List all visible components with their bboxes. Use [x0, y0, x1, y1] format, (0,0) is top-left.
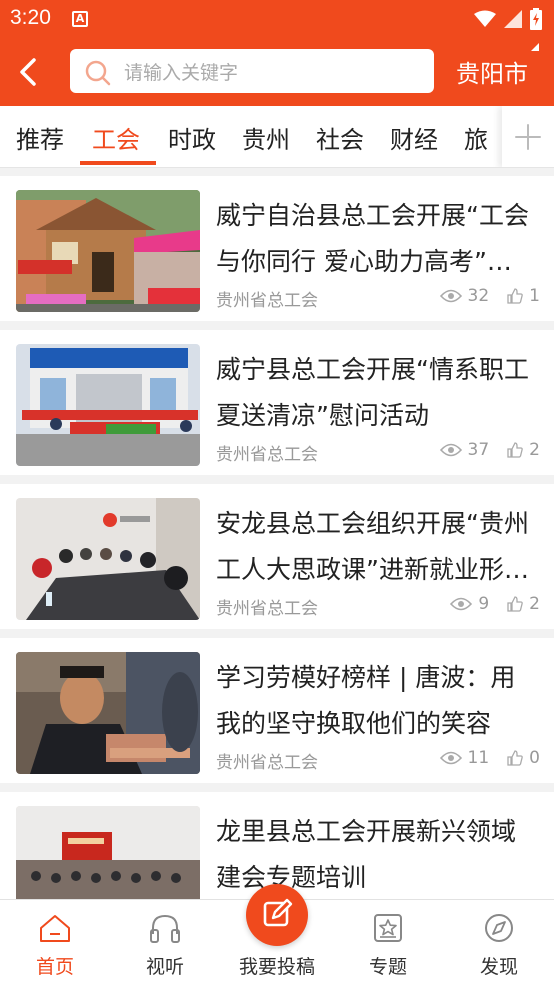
news-card[interactable]: 安龙县总工会组织开展“贵州工人大思政课”进新就业形态劳动者活动 贵州省总工会 9…	[0, 484, 554, 629]
news-source: 贵州省总工会	[216, 291, 318, 311]
like-count: 2	[529, 440, 540, 460]
plus-icon	[515, 124, 541, 150]
nav-audiovisual-label: 视听	[145, 956, 184, 978]
news-thumbnail	[16, 344, 200, 466]
nav-home[interactable]: 首页	[0, 900, 110, 985]
thumbs-up-icon	[507, 288, 523, 304]
nav-topics[interactable]: 专题	[333, 900, 443, 985]
news-source: 贵州省总工会	[216, 445, 318, 465]
tab-finance[interactable]: 财经	[390, 120, 438, 155]
news-thumbnail	[16, 190, 200, 312]
nav-home-label: 首页	[35, 956, 74, 978]
top-header: 请输入关键字 贵阳市	[0, 38, 554, 106]
eye-icon	[439, 443, 462, 457]
like-count: 1	[529, 286, 540, 306]
city-selector[interactable]: 贵阳市	[456, 54, 528, 89]
eye-icon	[439, 751, 462, 765]
news-stats: 37 2	[439, 440, 540, 460]
news-card[interactable]: 学习劳模好榜样 | 唐波：用我的坚守换取他们的笑容 贵州省总工会 11 0	[0, 638, 554, 783]
nav-discover-label: 发现	[479, 956, 518, 978]
tab-union[interactable]: 工会	[92, 120, 140, 155]
tab-guizhou[interactable]: 贵州	[242, 120, 290, 155]
status-bar: 3:20 A	[0, 0, 554, 38]
wifi-icon	[474, 10, 496, 27]
news-title: 威宁自治县总工会开展“工会与你同行 爱心助力高考”活动	[216, 201, 529, 276]
tab-society[interactable]: 社会	[316, 120, 364, 155]
view-count: 11	[467, 748, 490, 768]
view-count: 9	[478, 594, 490, 614]
news-stats: 9 2	[450, 594, 540, 614]
signal-icon	[504, 10, 522, 28]
search-icon	[85, 60, 111, 86]
news-thumbnail	[16, 652, 200, 774]
add-channel-button[interactable]	[502, 106, 554, 167]
tab-recommend[interactable]: 推荐	[16, 120, 64, 155]
home-icon	[40, 915, 70, 942]
headphones-icon	[150, 914, 180, 943]
news-title: 安龙县总工会组织开展“贵州工人大思政课”进新就业形态劳动者活动	[216, 509, 529, 584]
search-bar[interactable]: 请输入关键字	[70, 49, 434, 93]
status-time: 3:20	[10, 6, 51, 29]
back-arrow-icon[interactable]	[12, 52, 48, 92]
compass-icon	[485, 914, 513, 942]
category-tabs: 推荐 工会 时政 贵州 社会 财经 旅	[0, 106, 554, 168]
eye-icon	[450, 597, 473, 611]
search-placeholder: 请输入关键字	[124, 62, 239, 84]
news-card[interactable]: 威宁县总工会开展“情系职工 夏送清凉”慰问活动 贵州省总工会 37 2	[0, 330, 554, 475]
nav-audiovisual[interactable]: 视听	[110, 900, 220, 985]
news-title: 威宁县总工会开展“情系职工 夏送清凉”慰问活动	[216, 355, 529, 430]
system-icons	[474, 8, 542, 30]
like-count: 0	[529, 748, 540, 768]
news-stats: 32 1	[439, 286, 540, 306]
battery-icon	[530, 8, 542, 30]
eye-icon	[439, 289, 462, 303]
city-caret-icon	[531, 43, 539, 51]
edit-icon	[263, 898, 293, 927]
news-stats: 11 0	[439, 748, 540, 768]
tab-politics[interactable]: 时政	[168, 120, 216, 155]
news-source: 贵州省总工会	[216, 753, 318, 773]
news-thumbnail	[16, 498, 200, 620]
news-source: 贵州省总工会	[216, 599, 318, 619]
view-count: 37	[467, 440, 490, 460]
view-count: 32	[467, 286, 490, 306]
tab-travel[interactable]: 旅	[464, 120, 488, 155]
nav-submit-label: 我要投稿	[238, 956, 315, 978]
like-count: 2	[529, 594, 540, 614]
news-card[interactable]: 威宁自治县总工会开展“工会与你同行 爱心助力高考”活动 贵州省总工会 32 1	[0, 176, 554, 321]
submit-fab-button[interactable]	[246, 884, 308, 946]
nav-discover[interactable]: 发现	[444, 900, 554, 985]
thumbs-up-icon	[507, 750, 523, 766]
thumbs-up-icon	[507, 442, 523, 458]
news-title: 学习劳模好榜样 | 唐波：用我的坚守换取他们的笑容	[216, 663, 516, 738]
star-card-icon	[374, 914, 402, 942]
thumbs-up-icon	[507, 596, 523, 612]
notification-icon: A	[72, 11, 88, 27]
active-tab-indicator	[80, 161, 156, 165]
nav-topics-label: 专题	[368, 956, 407, 978]
